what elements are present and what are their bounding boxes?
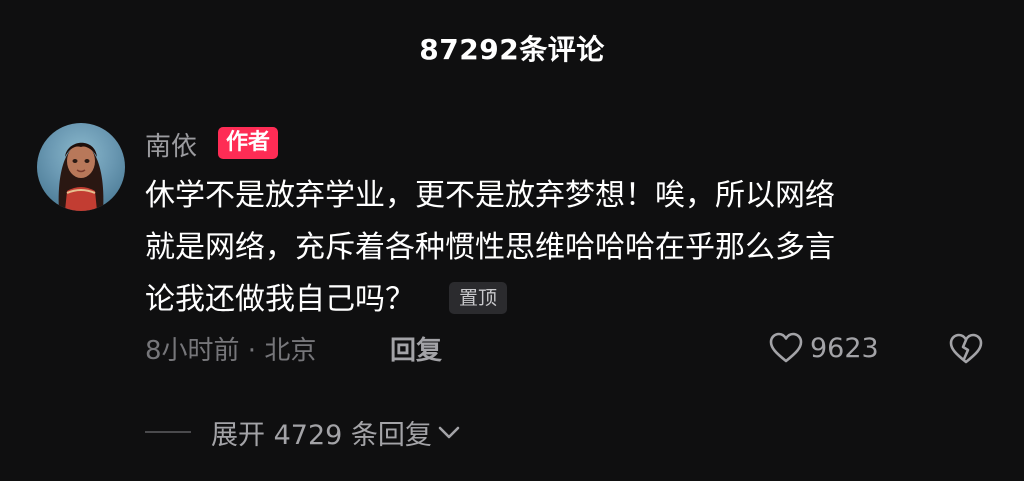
- comment-line-last: 论我还做我自己吗？ 置顶: [145, 274, 985, 326]
- heart-outline-icon: [769, 332, 803, 363]
- broken-heart-icon[interactable]: [948, 332, 984, 366]
- pinned-badge: 置顶: [449, 281, 508, 314]
- expand-replies-label[interactable]: 展开 4729 条回复: [211, 413, 432, 452]
- comment-meta: 8小时前 · 北京: [145, 336, 317, 366]
- avatar[interactable]: [37, 123, 125, 211]
- expand-replies[interactable]: 展开 4729 条回复: [145, 412, 462, 452]
- expand-divider: [145, 431, 191, 433]
- chevron-down-icon[interactable]: [436, 422, 462, 442]
- reply-button[interactable]: 回复: [390, 330, 442, 367]
- comments-header-title: 87292条评论: [419, 33, 605, 66]
- author-name[interactable]: 南依: [145, 126, 197, 163]
- comment-line: 论我还做我自己吗？: [145, 282, 415, 317]
- comment-line: 就是网络，充斥着各种惯性思维哈哈哈在乎那么多言: [145, 230, 835, 265]
- like-button[interactable]: 9623: [768, 330, 879, 366]
- avatar-image: [58, 142, 104, 211]
- comment-text: 休学不是放弃学业，更不是放弃梦想！唉，所以网络 就是网络，充斥着各种惯性思维哈哈…: [145, 170, 985, 326]
- author-badge: 作者: [218, 127, 279, 159]
- like-count: 9623: [810, 332, 879, 364]
- comment-line: 休学不是放弃学业，更不是放弃梦想！唉，所以网络: [145, 178, 835, 213]
